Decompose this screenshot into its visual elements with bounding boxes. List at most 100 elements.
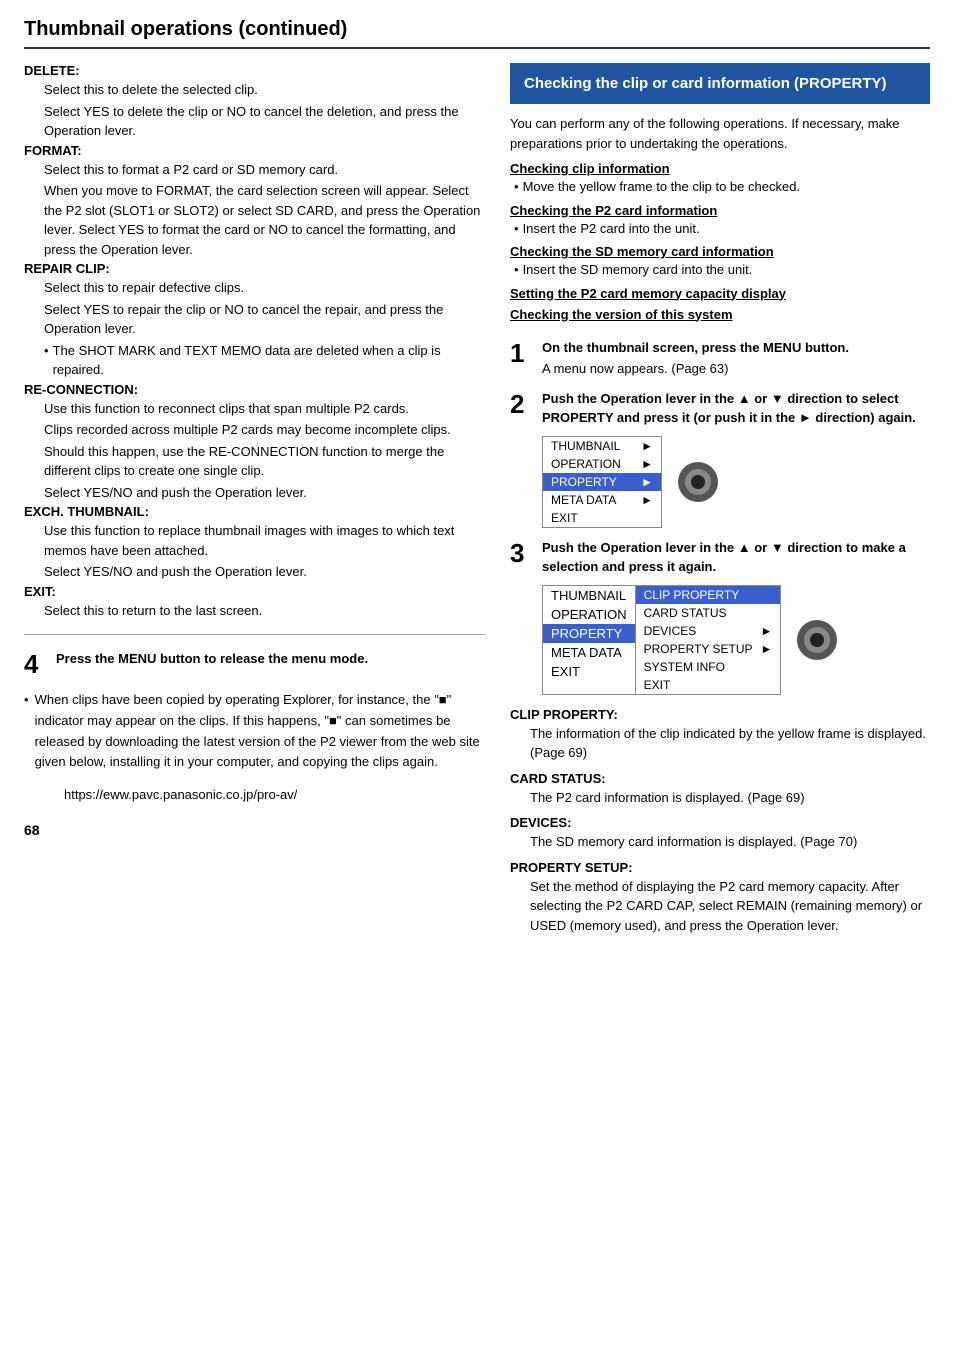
page: Thumbnail operations (continued) DELETE:… bbox=[0, 0, 954, 1354]
clip-prop-item-2: DEVICES: The SD memory card information … bbox=[510, 815, 930, 852]
check-item-4: Checking the version of this system bbox=[510, 307, 930, 322]
step3-right-item-1: CARD STATUS bbox=[636, 604, 781, 622]
check-item-3-label: Setting the P2 card memory capacity disp… bbox=[510, 286, 930, 301]
step1-title: On the thumbnail screen, press the MENU … bbox=[542, 338, 849, 358]
step2-menu-item-2: PROPERTY ► bbox=[543, 473, 661, 491]
step3-left-item-0: THUMBNAIL bbox=[543, 586, 635, 605]
check-item-2: Checking the SD memory card information … bbox=[510, 244, 930, 280]
url-line: https://eww.pavc.panasonic.co.jp/pro-av/ bbox=[64, 787, 486, 802]
step2-menu-label-1: OPERATION bbox=[551, 457, 621, 471]
check-item-3: Setting the P2 card memory capacity disp… bbox=[510, 286, 930, 301]
clip-prop-text-3: Set the method of displaying the P2 card… bbox=[530, 877, 930, 936]
step3-right-item-2: DEVICES► bbox=[636, 622, 781, 640]
reconnection-label: RE-CONNECTION: bbox=[24, 382, 486, 397]
step2-menu-item-0: THUMBNAIL ► bbox=[543, 437, 661, 455]
right-header-text: Checking the clip or card information (P… bbox=[524, 75, 887, 92]
reconnection-text-3: Should this happen, use the RE-CONNECTIO… bbox=[44, 442, 486, 481]
check-item-0-label: Checking clip information bbox=[510, 161, 930, 176]
clip-prop-item-3: PROPERTY SETUP: Set the method of displa… bbox=[510, 860, 930, 936]
step2-menu-item-4: EXIT bbox=[543, 509, 661, 527]
clip-prop-label-0: CLIP PROPERTY: bbox=[510, 707, 930, 722]
right-header-box: Checking the clip or card information (P… bbox=[510, 63, 930, 104]
step1-num-col: 1 bbox=[510, 338, 532, 379]
check-item-0-bullet: Move the yellow frame to the clip to be … bbox=[514, 177, 930, 197]
step3-right-item-0: CLIP PROPERTY bbox=[636, 586, 781, 604]
check-item-4-label: Checking the version of this system bbox=[510, 307, 930, 322]
exch-thumbnail-label: EXCH. THUMBNAIL: bbox=[24, 504, 486, 519]
step2-menu-label-3: META DATA bbox=[551, 493, 616, 507]
clip-prop-text-0: The information of the clip indicated by… bbox=[530, 724, 930, 763]
step2-menu-arrow-0: ► bbox=[641, 439, 653, 453]
step2-menu-label-4: EXIT bbox=[551, 511, 578, 525]
step2-number: 2 bbox=[510, 389, 524, 419]
reconnection-text-1: Use this function to reconnect clips tha… bbox=[44, 399, 486, 419]
clip-prop-label-3: PROPERTY SETUP: bbox=[510, 860, 930, 875]
step2-menu-label-0: THUMBNAIL bbox=[551, 439, 620, 453]
format-label: FORMAT: bbox=[24, 143, 486, 158]
step3-right-item-4: SYSTEM INFO bbox=[636, 658, 781, 676]
step1-row: 1 On the thumbnail screen, press the MEN… bbox=[510, 338, 930, 379]
format-text-2: When you move to FORMAT, the card select… bbox=[44, 181, 486, 259]
reconnection-text-2: Clips recorded across multiple P2 cards … bbox=[44, 420, 486, 440]
format-text-1: Select this to format a P2 card or SD me… bbox=[44, 160, 486, 180]
delete-section: DELETE: Select this to delete the select… bbox=[24, 63, 486, 141]
delete-text-2: Select YES to delete the clip or NO to c… bbox=[44, 102, 486, 141]
check-item-2-bullet: Insert the SD memory card into the unit. bbox=[514, 260, 930, 280]
page-footer: 68 bbox=[24, 822, 486, 838]
clip-prop-text-2: The SD memory card information is displa… bbox=[530, 832, 930, 852]
right-intro: You can perform any of the following ope… bbox=[510, 114, 930, 153]
step3-left-item-4: EXIT bbox=[543, 662, 635, 681]
repair-clip-label: REPAIR CLIP: bbox=[24, 261, 486, 276]
page-title: Thumbnail operations (continued) bbox=[24, 18, 930, 49]
step3-left-item-3: META DATA bbox=[543, 643, 635, 662]
exch-thumbnail-section: EXCH. THUMBNAIL: Use this function to re… bbox=[24, 504, 486, 582]
clip-prop-item-1: CARD STATUS: The P2 card information is … bbox=[510, 771, 930, 808]
step3-content: Push the Operation lever in the ▲ or ▼ d… bbox=[542, 538, 930, 695]
step3-right-item-3: PROPERTY SETUP► bbox=[636, 640, 781, 658]
step2-menu-arrow-1: ► bbox=[641, 457, 653, 471]
main-layout: DELETE: Select this to delete the select… bbox=[24, 63, 930, 935]
step2-num-col: 2 bbox=[510, 389, 532, 528]
left-column: DELETE: Select this to delete the select… bbox=[24, 63, 486, 935]
format-section: FORMAT: Select this to format a P2 card … bbox=[24, 143, 486, 260]
step4-number: 4 bbox=[24, 649, 46, 680]
step1-content: On the thumbnail screen, press the MENU … bbox=[542, 338, 849, 379]
joystick-icon-step3 bbox=[795, 618, 839, 662]
step2-visual: THUMBNAIL ► OPERATION ► PROPERTY ► bbox=[542, 436, 930, 528]
step2-menu-item-1: OPERATION ► bbox=[543, 455, 661, 473]
delete-label: DELETE: bbox=[24, 63, 486, 78]
joystick-icon-step2 bbox=[676, 460, 720, 504]
step3-right-menu: CLIP PROPERTY CARD STATUS DEVICES► PROPE… bbox=[636, 586, 781, 694]
clip-prop-label-1: CARD STATUS: bbox=[510, 771, 930, 786]
reconnection-text-4: Select YES/NO and push the Operation lev… bbox=[44, 483, 486, 503]
delete-text-1: Select this to delete the selected clip. bbox=[44, 80, 486, 100]
repair-clip-bullet-1: The SHOT MARK and TEXT MEMO data are del… bbox=[44, 341, 486, 380]
check-item-2-label: Checking the SD memory card information bbox=[510, 244, 930, 259]
reconnection-section: RE-CONNECTION: Use this function to reco… bbox=[24, 382, 486, 503]
step2-menu-label-2: PROPERTY bbox=[551, 475, 617, 489]
step4-title: Press the MENU button to release the men… bbox=[56, 649, 486, 669]
clip-prop-item-0: CLIP PROPERTY: The information of the cl… bbox=[510, 707, 930, 763]
exit-label: EXIT: bbox=[24, 584, 486, 599]
divider bbox=[24, 634, 486, 635]
step2-content: Push the Operation lever in the ▲ or ▼ d… bbox=[542, 389, 930, 528]
step3-number: 3 bbox=[510, 538, 524, 568]
bottom-note: When clips have been copied by operating… bbox=[24, 690, 486, 773]
check-item-1: Checking the P2 card information Insert … bbox=[510, 203, 930, 239]
exch-thumbnail-text-2: Select YES/NO and push the Operation lev… bbox=[44, 562, 486, 582]
step3-left-item-2: PROPERTY bbox=[543, 624, 635, 643]
step3-menu-combined: THUMBNAIL OPERATION PROPERTY META DATA bbox=[542, 585, 781, 695]
step4-content: Press the MENU button to release the men… bbox=[56, 649, 486, 680]
right-column: Checking the clip or card information (P… bbox=[510, 63, 930, 935]
step3-left-menu: THUMBNAIL OPERATION PROPERTY META DATA bbox=[543, 586, 636, 694]
repair-clip-section: REPAIR CLIP: Select this to repair defec… bbox=[24, 261, 486, 380]
check-item-0: Checking clip information Move the yello… bbox=[510, 161, 930, 197]
step2-menu-arrow-3: ► bbox=[641, 493, 653, 507]
check-item-1-label: Checking the P2 card information bbox=[510, 203, 930, 218]
step2-menu: THUMBNAIL ► OPERATION ► PROPERTY ► bbox=[542, 436, 662, 528]
exit-section: EXIT: Select this to return to the last … bbox=[24, 584, 486, 621]
step3-right-item-5: EXIT bbox=[636, 676, 781, 694]
step2-title: Push the Operation lever in the ▲ or ▼ d… bbox=[542, 389, 930, 428]
step3-visual: THUMBNAIL OPERATION PROPERTY META DATA bbox=[542, 585, 930, 695]
step3-title: Push the Operation lever in the ▲ or ▼ d… bbox=[542, 538, 930, 577]
